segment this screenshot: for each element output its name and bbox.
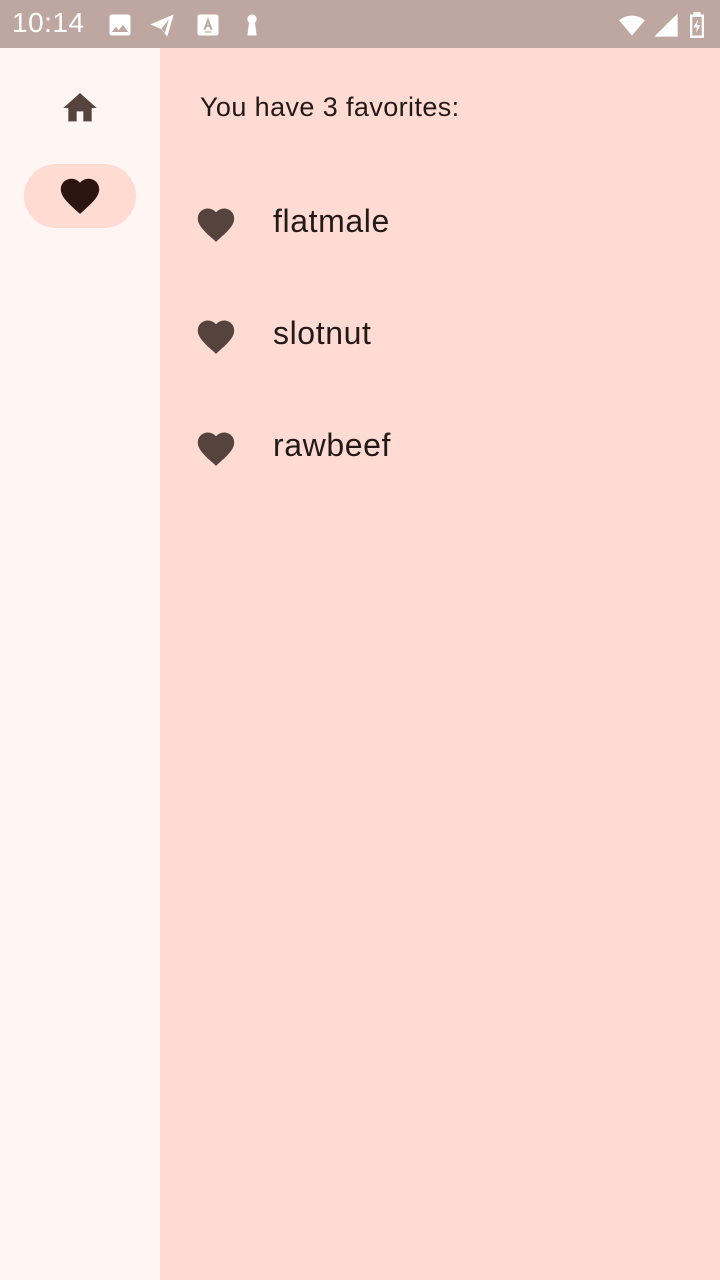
keyhole-icon — [247, 14, 257, 36]
status-bar: 10:14 — [0, 0, 720, 48]
favorites-page: You have 3 favorites: flatmale slotnut r… — [160, 48, 720, 1280]
status-time: 10:14 — [12, 7, 85, 38]
favorite-label: flatmale — [273, 203, 390, 239]
signal-icon — [654, 13, 678, 37]
heart-icon — [60, 178, 100, 214]
battery-icon — [690, 12, 704, 38]
home-icon — [63, 93, 97, 122]
heart-icon — [197, 320, 235, 354]
favorite-label: slotnut — [273, 315, 372, 351]
favorite-item[interactable]: flatmale — [160, 167, 720, 279]
heart-icon — [197, 208, 235, 242]
favorites-count-heading: You have 3 favorites: — [200, 92, 460, 122]
heart-icon — [197, 432, 235, 466]
navigation-rail — [0, 48, 160, 1280]
text-notification-icon — [197, 14, 219, 36]
favorite-item[interactable]: rawbeef — [160, 391, 720, 503]
image-icon — [109, 14, 131, 36]
send-icon — [150, 14, 174, 37]
nav-favorites[interactable] — [24, 164, 136, 228]
nav-home[interactable] — [24, 76, 136, 140]
wifi-icon — [619, 15, 645, 36]
favorite-item[interactable]: slotnut — [160, 279, 720, 391]
favorite-label: rawbeef — [273, 427, 392, 463]
